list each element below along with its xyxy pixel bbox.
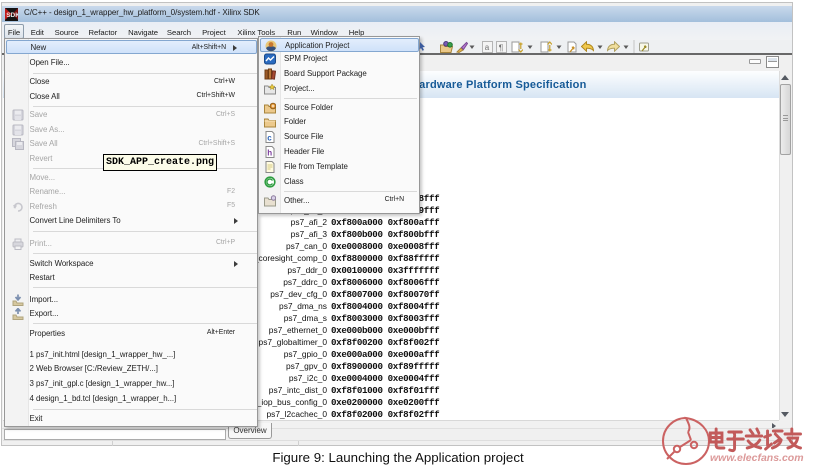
- svg-text:c: c: [267, 134, 272, 143]
- svg-text:a: a: [485, 43, 490, 52]
- svg-text:SDK: SDK: [6, 12, 18, 19]
- svg-text:h: h: [267, 148, 272, 157]
- svg-text:www.elecfans.com: www.elecfans.com: [710, 452, 804, 464]
- svg-text:¶: ¶: [499, 43, 504, 53]
